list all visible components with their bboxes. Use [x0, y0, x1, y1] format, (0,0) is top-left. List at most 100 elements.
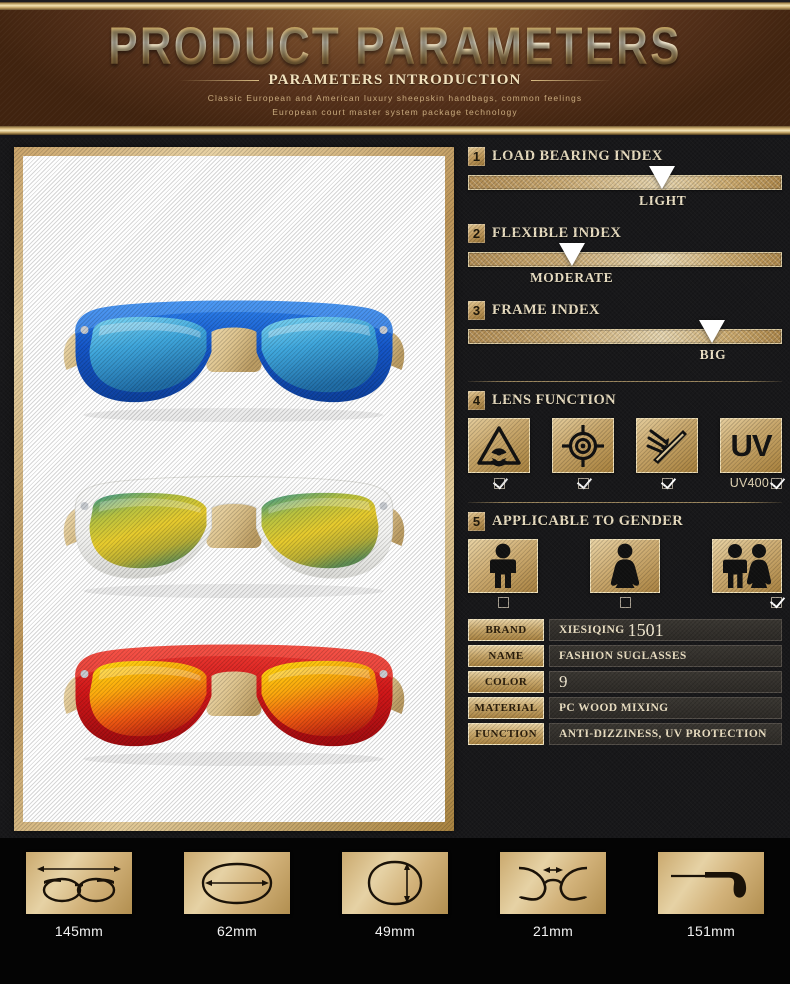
- checkbox-checked-icon[interactable]: [661, 477, 673, 489]
- flexible-index-marker[interactable]: [558, 243, 585, 266]
- gender-icon-row: [468, 539, 782, 593]
- measurement-icon-box: [184, 852, 290, 914]
- table-value-brand: XIESIQING 1501: [549, 619, 782, 641]
- table-key-brand: BRAND: [468, 619, 544, 641]
- measurement-label: 151mm: [686, 923, 736, 939]
- lens-function-check-light-rays[interactable]: [636, 476, 698, 490]
- measurement-icon-box: [500, 852, 606, 914]
- measurement-label: 145mm: [54, 923, 104, 939]
- gender-check-male[interactable]: [468, 597, 538, 608]
- lens-function-check-uv400[interactable]: UV400: [720, 476, 782, 490]
- table-row: COLOR 9: [468, 671, 782, 693]
- subtitle-rule-right: [531, 80, 612, 81]
- section-title: FRAME INDEX: [492, 302, 600, 318]
- gender-check-couple[interactable]: [712, 597, 782, 608]
- frame-index-caption-row: BIG: [468, 347, 782, 364]
- lens-function-tile-radiation[interactable]: [468, 418, 530, 473]
- table-value-color: 9: [549, 671, 782, 693]
- header-bottom-gold-rule: [0, 126, 790, 135]
- table-row: MATERIAL PC WOOD MIXING: [468, 697, 782, 719]
- product-image-panel: [14, 147, 454, 831]
- section-number-badge: 2: [468, 224, 485, 243]
- checkbox-unchecked-icon[interactable]: [497, 597, 509, 608]
- measurement-icon-box: [342, 852, 448, 914]
- light-rays-lens-icon: [646, 429, 687, 464]
- color-count-text: 9: [559, 672, 568, 691]
- measurement-temple-length: 151mm: [646, 852, 776, 939]
- measurement-icon-box: [658, 852, 764, 914]
- couple-figure-icon: [723, 544, 772, 588]
- header-subtitle: PARAMETERS INTRODUCTION: [268, 72, 522, 88]
- lens-function-check-target[interactable]: [552, 476, 614, 490]
- lens-function-tile-target[interactable]: [552, 418, 614, 473]
- female-figure-icon: [610, 543, 640, 588]
- body-area: 1 LOAD BEARING INDEX LIGHT 2 FLEXIBLE IN…: [0, 138, 790, 838]
- checkbox-checked-icon[interactable]: [577, 477, 589, 489]
- lens-function-icon-row: UV: [468, 418, 782, 473]
- section-title: LOAD BEARING INDEX: [492, 148, 663, 164]
- product-image-white-sunglasses: [63, 476, 405, 598]
- gender-checkbox-row: [468, 597, 782, 608]
- uv-text-icon: UV: [730, 427, 772, 463]
- table-value-function: ANTI-DIZZINESS, UV PROTECTION: [549, 723, 782, 745]
- table-value-material: PC WOOD MIXING: [549, 697, 782, 719]
- specifications-panel: 1 LOAD BEARING INDEX LIGHT 2 FLEXIBLE IN…: [468, 147, 782, 831]
- gender-tile-female[interactable]: [590, 539, 660, 593]
- load-bearing-index-caption: LIGHT: [639, 193, 687, 208]
- measurement-label: 21mm: [532, 923, 574, 939]
- lens-function-check-radiation[interactable]: [468, 476, 530, 490]
- table-row: NAME FASHION SUGLASSES: [468, 645, 782, 667]
- measurement-lens-height: 49mm: [330, 852, 460, 939]
- gender-tile-couple[interactable]: [712, 539, 782, 593]
- radiation-hazard-icon: [477, 425, 521, 466]
- gender-check-female[interactable]: [590, 597, 660, 608]
- measurement-icon-box: [26, 852, 132, 914]
- bridge-width-icon: [518, 866, 588, 901]
- measurement-bridge-width: 21mm: [488, 852, 618, 939]
- section-header: 4 LENS FUNCTION: [468, 391, 782, 410]
- table-key-function: FUNCTION: [468, 723, 544, 745]
- checkbox-checked-icon[interactable]: [493, 477, 505, 489]
- section-load-bearing-index: 1 LOAD BEARING INDEX LIGHT: [468, 147, 782, 210]
- brand-name-text: XIESIQING: [559, 624, 625, 636]
- frame-index-marker[interactable]: [699, 320, 726, 343]
- uv400-label: UV400: [729, 476, 769, 490]
- section-header: 3 FRAME INDEX: [468, 301, 782, 320]
- header-tagline-1: Classic European and American luxury she…: [207, 93, 583, 103]
- measurements-footer: 145mm 62mm 49mm 21mm 151mm: [0, 838, 790, 984]
- lens-height-icon: [367, 860, 423, 906]
- lens-function-tile-light-rays[interactable]: [636, 418, 698, 473]
- measurement-lens-width: 62mm: [172, 852, 302, 939]
- temple-length-icon: [671, 872, 747, 898]
- frame-width-icon: [37, 866, 121, 903]
- male-figure-icon: [490, 543, 516, 588]
- gender-tile-male[interactable]: [468, 539, 538, 593]
- section-header: 2 FLEXIBLE INDEX: [468, 224, 782, 243]
- header-banner: PRODUCT PARAMETERS PARAMETERS INTRODUCTI…: [0, 0, 790, 138]
- table-value-name: FASHION SUGLASSES: [549, 645, 782, 667]
- lens-function-checkbox-row: UV400: [468, 476, 782, 490]
- frame-index-bar[interactable]: [468, 320, 782, 344]
- checkbox-unchecked-icon[interactable]: [619, 597, 631, 608]
- product-image-red-sunglasses: [63, 644, 405, 766]
- flexible-index-bar[interactable]: [468, 243, 782, 267]
- section-header: 1 LOAD BEARING INDEX: [468, 147, 782, 166]
- table-key-name: NAME: [468, 645, 544, 667]
- section-number-badge: 3: [468, 301, 485, 320]
- checkbox-checked-icon[interactable]: [771, 477, 782, 489]
- load-bearing-index-marker[interactable]: [649, 166, 676, 189]
- section-number-badge: 5: [468, 512, 485, 531]
- checkbox-checked-icon[interactable]: [771, 597, 782, 608]
- header-top-gold-rule: [0, 2, 790, 10]
- divider-gender: [468, 502, 782, 503]
- table-key-material: MATERIAL: [468, 697, 544, 719]
- load-bearing-index-bar[interactable]: [468, 166, 782, 190]
- page-title: PRODUCT PARAMETERS: [0, 20, 790, 74]
- specification-table: BRAND XIESIQING 1501 NAME FASHION SUGLASS…: [468, 619, 782, 745]
- section-lens-function: 4 LENS FUNCTION UV UV400: [468, 391, 782, 490]
- brand-model-number: 1501: [627, 619, 664, 640]
- section-number-badge: 4: [468, 391, 485, 410]
- divider-lens-function: [468, 381, 782, 382]
- lens-function-tile-uv[interactable]: UV: [720, 418, 782, 473]
- section-title: APPLICABLE TO GENDER: [492, 513, 684, 529]
